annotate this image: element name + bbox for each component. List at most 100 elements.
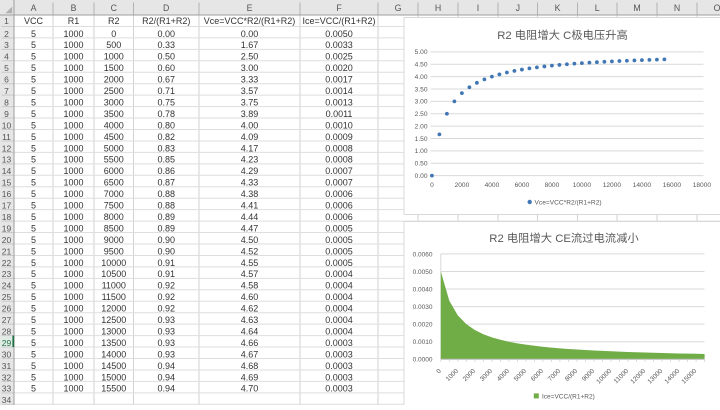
svg-text:11: 11 (2, 132, 11, 142)
svg-text:6: 6 (4, 75, 9, 85)
svg-text:F: F (336, 3, 342, 13)
svg-text:4.47: 4.47 (241, 223, 259, 233)
svg-text:500: 500 (106, 40, 121, 50)
svg-text:0.89: 0.89 (157, 212, 175, 222)
svg-text:16000: 16000 (663, 182, 682, 189)
svg-text:H: H (435, 3, 441, 13)
svg-text:0.0006: 0.0006 (325, 201, 353, 211)
svg-text:5: 5 (31, 304, 36, 314)
svg-text:4: 4 (4, 52, 9, 62)
svg-text:1000: 1000 (63, 40, 83, 50)
svg-text:0.0007: 0.0007 (325, 178, 353, 188)
svg-text:4.00: 4.00 (415, 74, 428, 81)
svg-text:2.50: 2.50 (415, 111, 428, 118)
svg-text:5: 5 (31, 86, 36, 96)
svg-text:4.50: 4.50 (241, 235, 259, 245)
svg-text:C: C (111, 3, 118, 13)
svg-text:1000: 1000 (63, 326, 83, 336)
svg-text:1.50: 1.50 (415, 136, 428, 143)
svg-text:0.60: 0.60 (157, 63, 175, 73)
svg-text:15: 15 (2, 178, 12, 188)
svg-text:16: 16 (2, 189, 12, 199)
svg-text:6500: 6500 (104, 178, 124, 188)
svg-text:0.0060: 0.0060 (413, 251, 433, 258)
svg-text:5: 5 (31, 361, 36, 371)
svg-text:0.0008: 0.0008 (325, 155, 353, 165)
svg-text:9000: 9000 (104, 235, 124, 245)
svg-text:0.78: 0.78 (157, 109, 175, 119)
svg-text:4000: 4000 (104, 120, 124, 130)
svg-text:D: D (163, 3, 169, 13)
svg-text:4.52: 4.52 (241, 246, 259, 256)
svg-text:0.85: 0.85 (157, 155, 175, 165)
svg-text:18000: 18000 (693, 182, 712, 189)
svg-text:Vce=VCC*R2/(R1+R2): Vce=VCC*R2/(R1+R2) (535, 200, 602, 207)
svg-text:12000: 12000 (603, 182, 622, 189)
svg-text:0.50: 0.50 (415, 161, 428, 168)
svg-text:0.0000: 0.0000 (413, 357, 433, 364)
svg-text:5: 5 (31, 384, 36, 394)
svg-text:0.0005: 0.0005 (325, 235, 353, 245)
svg-text:4.33: 4.33 (241, 178, 259, 188)
svg-text:0.50: 0.50 (157, 52, 175, 62)
svg-text:0.0030: 0.0030 (413, 304, 433, 311)
svg-text:5000: 5000 (104, 143, 124, 153)
svg-text:1000: 1000 (63, 235, 83, 245)
svg-text:1000: 1000 (63, 349, 83, 359)
svg-text:1000: 1000 (63, 212, 83, 222)
svg-text:3.89: 3.89 (241, 109, 259, 119)
svg-text:2.50: 2.50 (241, 52, 259, 62)
svg-text:5: 5 (31, 178, 36, 188)
svg-text:1000: 1000 (63, 120, 83, 130)
svg-text:1000: 1000 (63, 132, 83, 142)
svg-text:3.75: 3.75 (241, 97, 259, 107)
svg-text:0.00: 0.00 (157, 29, 175, 39)
svg-text:10: 10 (2, 120, 12, 130)
svg-text:0.0017: 0.0017 (325, 75, 353, 85)
svg-text:0.83: 0.83 (157, 143, 175, 153)
svg-text:0.0003: 0.0003 (325, 361, 353, 371)
svg-text:CE: CE (555, 233, 571, 245)
svg-text:4.64: 4.64 (241, 326, 259, 336)
svg-text:8000: 8000 (545, 182, 560, 189)
svg-text:5: 5 (31, 212, 36, 222)
svg-text:0.91: 0.91 (157, 258, 175, 268)
svg-text:8000: 8000 (104, 212, 124, 222)
svg-text:0.92: 0.92 (157, 281, 175, 291)
svg-text:29: 29 (2, 338, 12, 348)
svg-text:Ice=VCC/(R1+R2): Ice=VCC/(R1+R2) (542, 393, 595, 400)
svg-text:I: I (477, 3, 479, 13)
svg-text:5: 5 (31, 97, 36, 107)
svg-text:5: 5 (31, 120, 36, 130)
svg-text:1000: 1000 (63, 97, 83, 107)
svg-text:7000: 7000 (104, 189, 124, 199)
svg-text:5: 5 (31, 258, 36, 268)
svg-text:4.68: 4.68 (241, 361, 259, 371)
svg-text:5: 5 (31, 109, 36, 119)
svg-text:26: 26 (2, 304, 12, 314)
svg-text:1000: 1000 (63, 75, 83, 85)
svg-text:1000: 1000 (63, 201, 83, 211)
svg-text:0.0004: 0.0004 (325, 326, 353, 336)
svg-text:30: 30 (2, 349, 12, 359)
svg-text:1000: 1000 (63, 372, 83, 382)
svg-text:0.0003: 0.0003 (325, 349, 353, 359)
svg-text:12500: 12500 (101, 315, 126, 325)
svg-text:31: 31 (2, 361, 12, 371)
svg-text:5: 5 (31, 281, 36, 291)
svg-text:5: 5 (31, 372, 36, 382)
svg-text:10000: 10000 (101, 258, 126, 268)
svg-text:3.50: 3.50 (415, 86, 428, 93)
svg-text:1.67: 1.67 (241, 40, 259, 50)
svg-text:0.0050: 0.0050 (325, 29, 353, 39)
svg-text:5: 5 (4, 63, 9, 73)
svg-text:0.94: 0.94 (157, 372, 175, 382)
svg-text:0.93: 0.93 (157, 315, 175, 325)
svg-text:0.88: 0.88 (157, 201, 175, 211)
svg-text:0.0040: 0.0040 (413, 286, 433, 293)
svg-text:1.00: 1.00 (415, 148, 428, 155)
svg-text:L: L (595, 3, 600, 13)
svg-text:21: 21 (2, 246, 12, 256)
svg-text:Ice=VCC/(R1+R2): Ice=VCC/(R1+R2) (302, 16, 375, 26)
svg-text:0.89: 0.89 (157, 223, 175, 233)
